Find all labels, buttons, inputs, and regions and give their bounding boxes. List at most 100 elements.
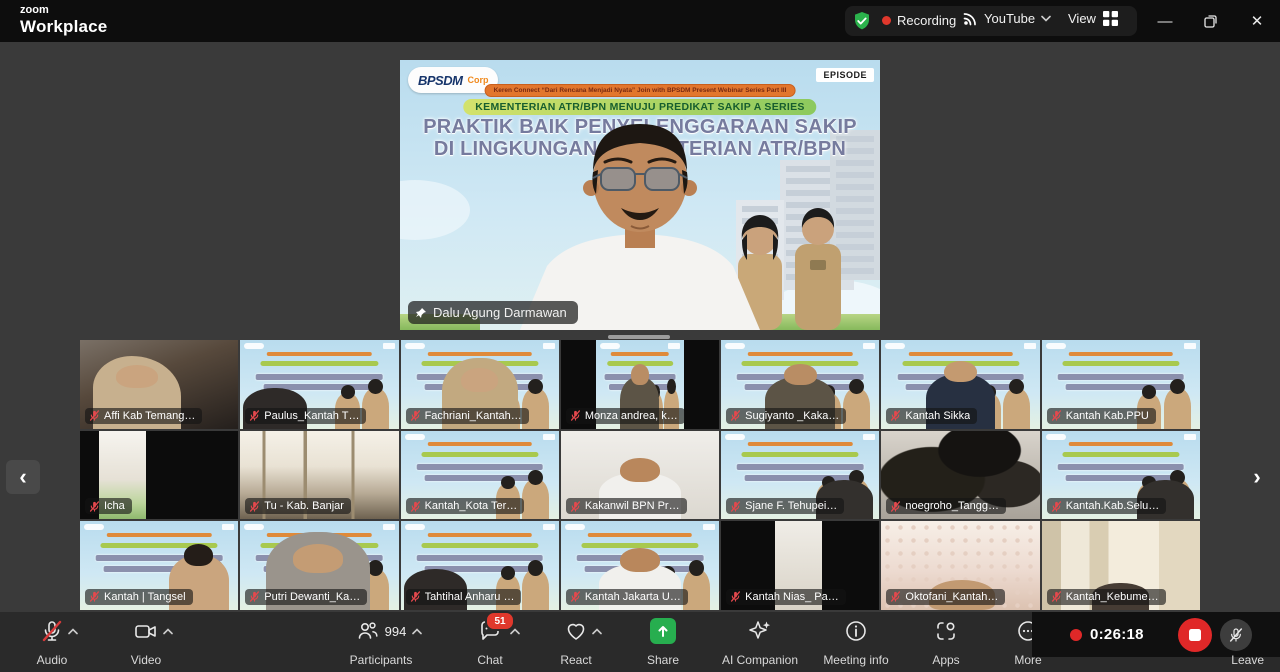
participants-button[interactable]: 994 Participants: [336, 618, 426, 666]
participant-name-tag: Kantah Sikka: [886, 408, 977, 424]
gallery-previous-page-button[interactable]: ‹: [6, 460, 40, 494]
speaker-name: Dalu Agung Darmawan: [433, 305, 567, 320]
share-screen-icon: [650, 618, 676, 644]
participant-tile[interactable]: Kantah Nias_ Pa…: [721, 521, 879, 610]
participant-tile[interactable]: Kantah Sikka: [881, 340, 1039, 429]
microphone-muted-icon: [40, 619, 64, 643]
muted-mic-icon: [570, 591, 581, 602]
participant-tile[interactable]: noegroho_Tangg…: [881, 431, 1039, 520]
livestream-youtube-dropdown[interactable]: YouTube: [963, 11, 1051, 26]
muted-mic-icon: [730, 501, 741, 512]
view-button[interactable]: View: [1068, 11, 1118, 26]
participant-tile[interactable]: Kantah_Kota Ter…: [401, 431, 559, 520]
participant-name: Sugiyanto _Kaka…: [745, 410, 839, 422]
participant-name: Icha: [104, 500, 125, 512]
recording-dot-icon: [882, 16, 891, 25]
participant-tile[interactable]: Monza andrea, k…: [561, 340, 719, 429]
participant-tile[interactable]: Affi Kab Temang…: [80, 340, 238, 429]
participant-tile[interactable]: Kantah.Kab.Selu…: [1042, 431, 1200, 520]
participant-name: Kantah Nias_ Pa…: [745, 591, 839, 603]
gallery-scrollbar[interactable]: [608, 335, 670, 339]
participant-tile[interactable]: Sjane F. Tehupei…: [721, 431, 879, 520]
cloud-decoration: [400, 180, 470, 240]
participant-tile[interactable]: Kantah Jakarta U…: [561, 521, 719, 610]
participant-name-tag: Tahtihal Anharu …: [406, 589, 522, 605]
stop-recording-button[interactable]: [1178, 618, 1212, 652]
muted-mic-icon: [1051, 501, 1062, 512]
muted-mic-icon: [410, 591, 421, 602]
participant-name: Kantah Jakarta U…: [585, 591, 681, 603]
participant-name-tag: noegroho_Tangg…: [886, 498, 1006, 514]
participant-name-tag: Paulus_Kantah T…: [245, 408, 366, 424]
react-menu-chevron[interactable]: [592, 622, 602, 640]
participant-tile[interactable]: Putri Dewanti_Ka…: [240, 521, 398, 610]
gallery-view-icon: [1103, 11, 1118, 26]
chat-menu-chevron[interactable]: [510, 622, 520, 640]
view-label: View: [1068, 11, 1096, 26]
participant-tile[interactable]: Tu - Kab. Banjar: [240, 431, 398, 520]
participant-name-tag: Tu - Kab. Banjar: [245, 498, 351, 514]
muted-mic-icon: [1051, 410, 1062, 421]
window-close-button[interactable]: ✕: [1237, 0, 1277, 42]
ai-companion-button[interactable]: AI Companion: [712, 618, 808, 666]
participant-name: Paulus_Kantah T…: [264, 410, 359, 422]
meeting-info-button[interactable]: Meeting info: [812, 618, 900, 666]
meeting-info-label: Meeting info: [823, 654, 888, 666]
recording-timer: 0:26:18: [1090, 626, 1144, 643]
muted-mic-icon: [730, 591, 741, 602]
participant-name-tag: Sjane F. Tehupei…: [726, 498, 844, 514]
main-speaker-video[interactable]: BPSDM Corp EPISODE Keren Connect “Dari R…: [400, 60, 880, 330]
participant-name-tag: Kakanwil BPN Pr…: [566, 498, 687, 514]
participant-name: Tu - Kab. Banjar: [264, 500, 344, 512]
audio-label: Audio: [37, 654, 68, 666]
corpu-logo-text: Corp: [467, 75, 488, 85]
recording-control-panel: 0:26:18: [1032, 612, 1280, 657]
participant-tile[interactable]: Kantah Kab.PPU: [1042, 340, 1200, 429]
speaker-name-tag: Dalu Agung Darmawan: [408, 301, 578, 324]
react-button[interactable]: React: [548, 618, 604, 666]
participant-tile[interactable]: Oktofani_Kantah…: [881, 521, 1039, 610]
participant-tile[interactable]: Tahtihal Anharu …: [401, 521, 559, 610]
window-restore-button[interactable]: [1191, 0, 1231, 42]
participant-tile[interactable]: Paulus_Kantah T…: [240, 340, 398, 429]
participant-tile[interactable]: Sugiyanto _Kaka…: [721, 340, 879, 429]
chat-button[interactable]: 51 Chat: [462, 618, 518, 666]
participants-count: 994: [385, 624, 407, 639]
muted-mic-icon: [890, 410, 901, 421]
video-button[interactable]: Video: [118, 618, 174, 666]
participant-tile[interactable]: Fachriani_Kantah…: [401, 340, 559, 429]
gallery-next-page-button[interactable]: ›: [1240, 460, 1274, 494]
meeting-toolbar: Audio Video 994 Participants: [0, 612, 1280, 672]
audio-menu-chevron[interactable]: [68, 622, 78, 640]
apps-button[interactable]: Apps: [922, 618, 970, 666]
muted-mic-icon: [1051, 591, 1062, 602]
muted-mic-icon: [89, 591, 100, 602]
window-minimize-button[interactable]: —: [1145, 0, 1185, 42]
participant-name: Sjane F. Tehupei…: [745, 500, 837, 512]
audio-button[interactable]: Audio: [24, 618, 80, 666]
muted-mic-icon: [249, 591, 260, 602]
participant-name: Monza andrea, k…: [585, 410, 678, 422]
muted-mic-icon: [890, 501, 901, 512]
participant-name: Kantah | Tangsel: [104, 591, 186, 603]
leave-button[interactable]: Leave: [1231, 653, 1264, 667]
restore-icon: [1204, 14, 1218, 28]
participants-menu-chevron[interactable]: [412, 622, 422, 640]
muted-mic-icon: [570, 501, 581, 512]
share-label: Share: [647, 654, 679, 666]
participant-tile[interactable]: Icha: [80, 431, 238, 520]
participant-tile[interactable]: Kantah_Kebume…: [1042, 521, 1200, 610]
video-menu-chevron[interactable]: [163, 622, 173, 640]
participant-name: Kantah_Kota Ter…: [425, 500, 518, 512]
recording-mic-muted-button[interactable]: [1220, 619, 1252, 651]
muted-mic-icon: [89, 501, 100, 512]
share-button[interactable]: Share: [636, 618, 690, 666]
participant-tile[interactable]: Kakanwil BPN Pr…: [561, 431, 719, 520]
security-shield-icon[interactable]: [852, 11, 872, 31]
zoom-logo-text: zoom: [20, 5, 107, 16]
participant-tile[interactable]: Kantah | Tangsel: [80, 521, 238, 610]
participant-name-tag: Oktofani_Kantah…: [886, 589, 1005, 605]
participant-name: Kantah Sikka: [905, 410, 970, 422]
participants-label: Participants: [350, 654, 413, 666]
zoom-workplace-logo: zoom Workplace: [20, 5, 107, 35]
